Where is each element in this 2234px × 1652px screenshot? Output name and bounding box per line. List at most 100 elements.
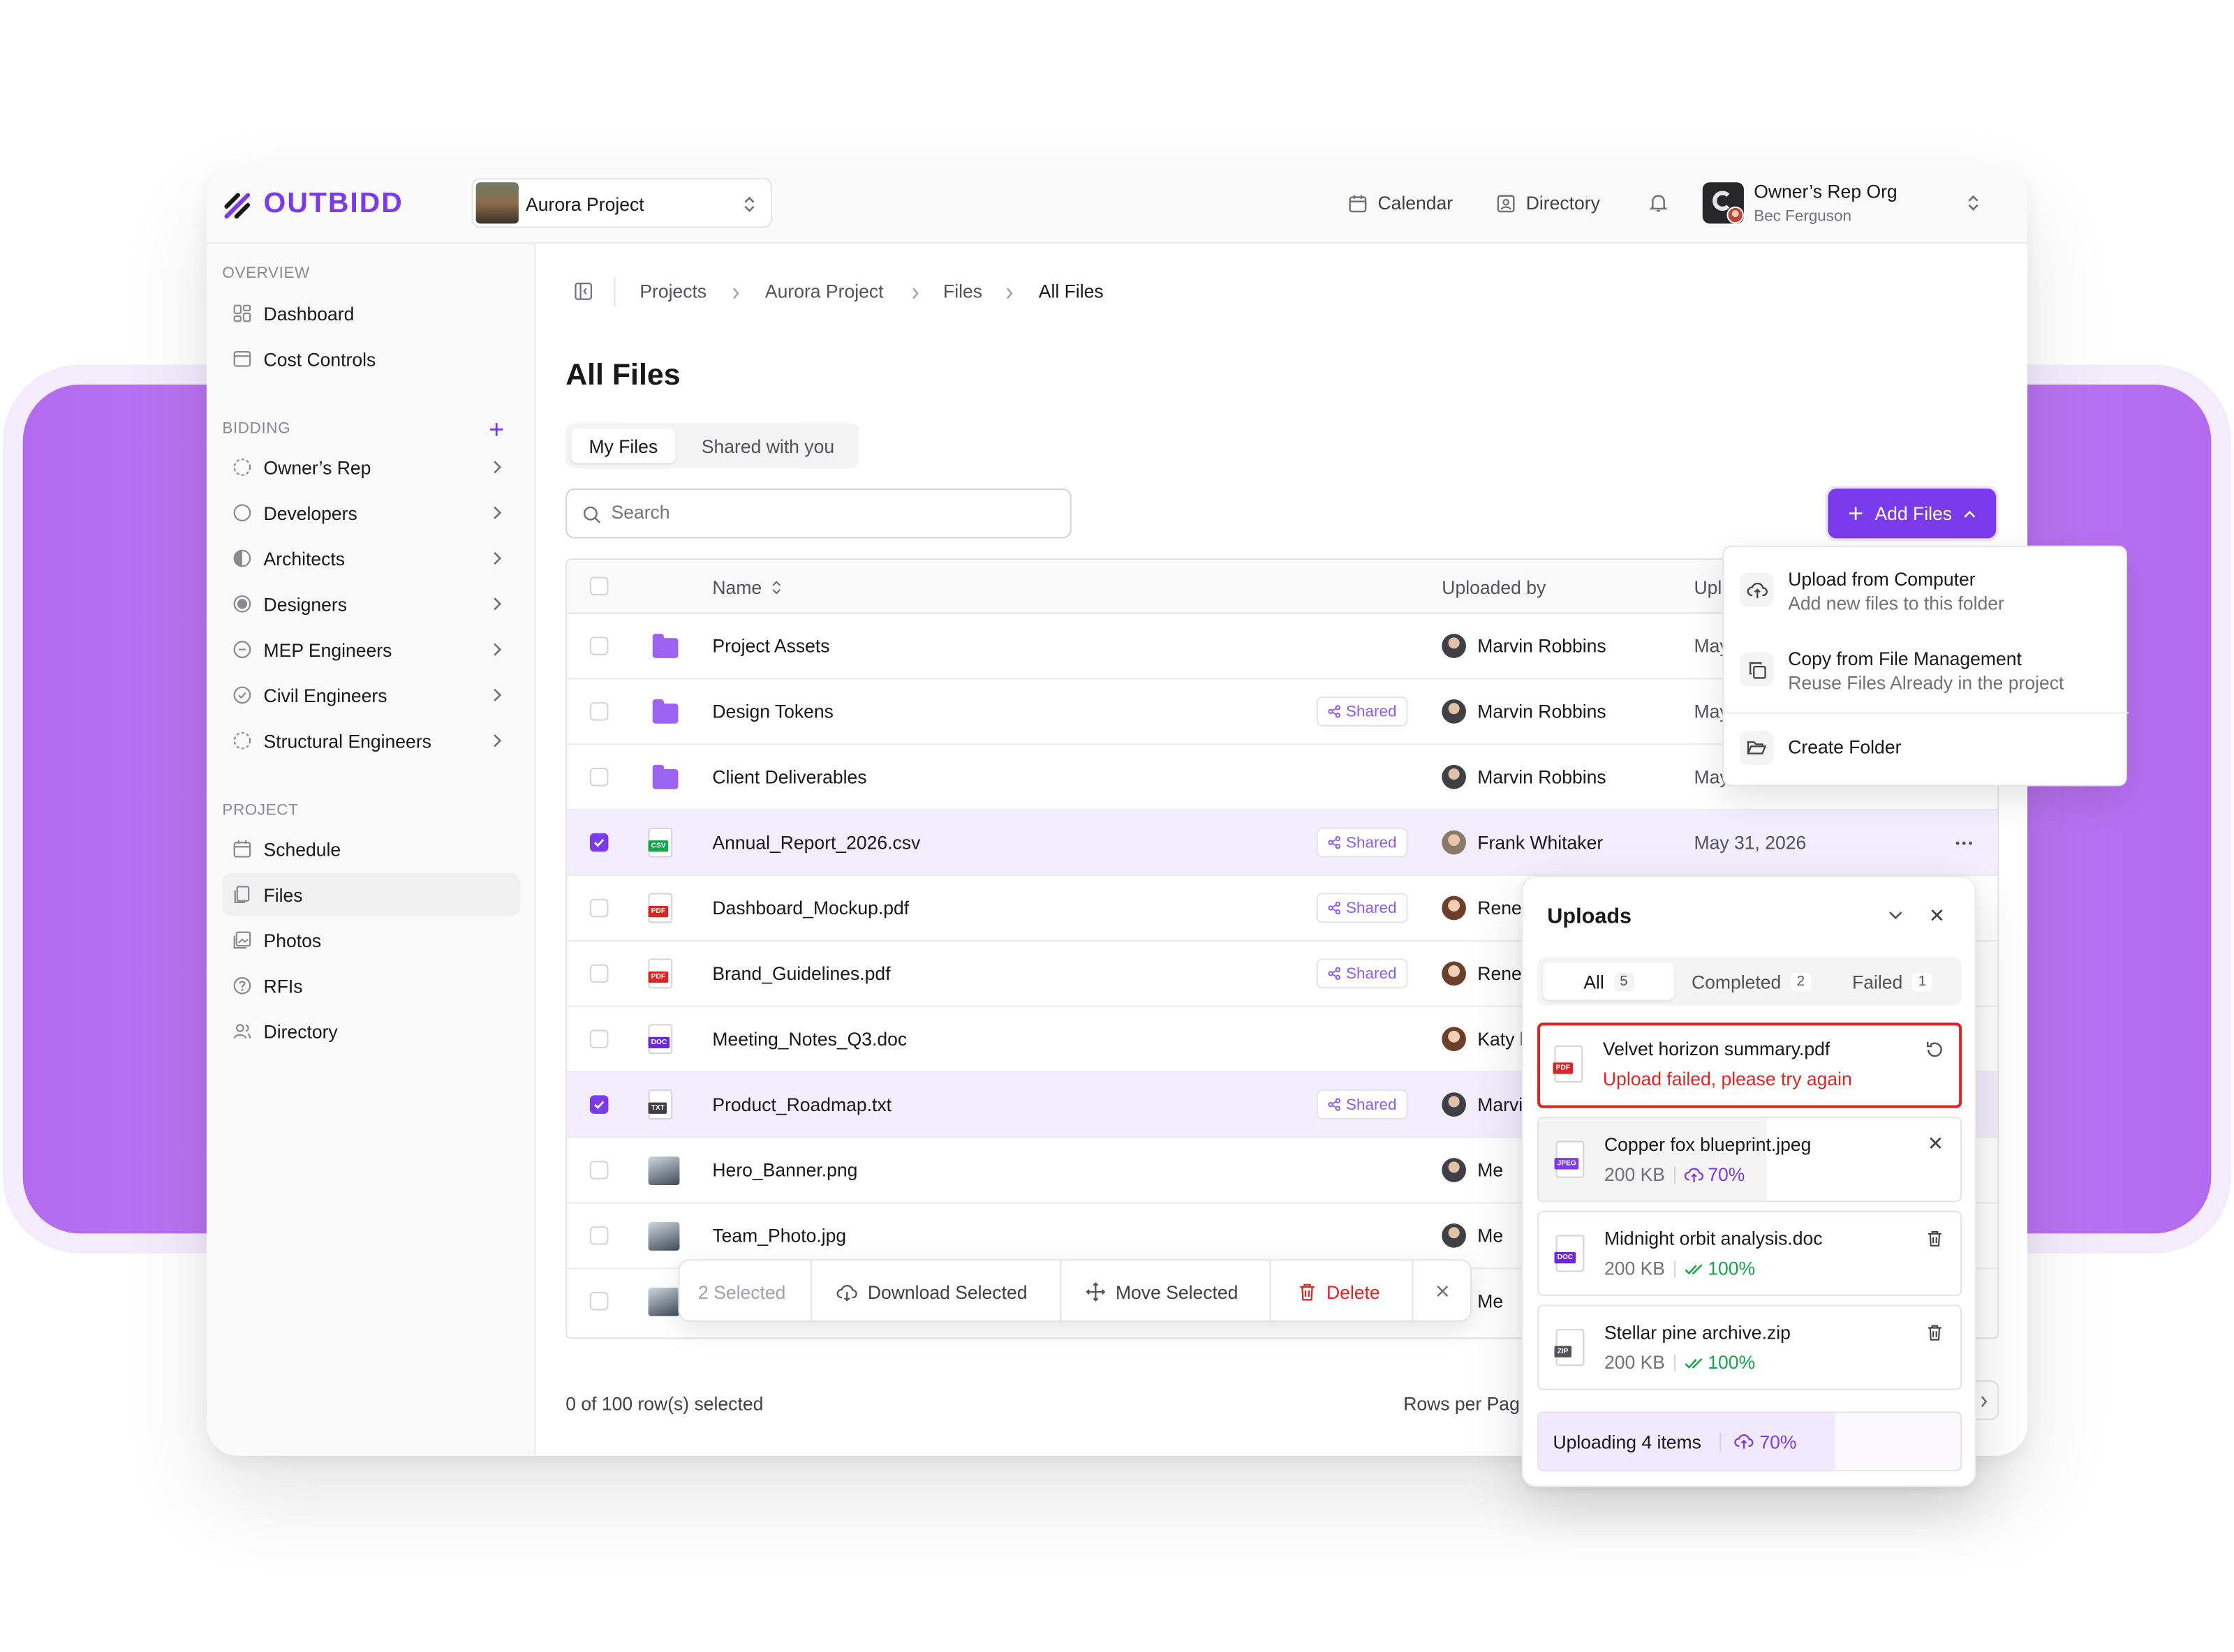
csv-file-icon: CSV: [648, 827, 673, 858]
retry-icon[interactable]: [1925, 1040, 1945, 1060]
org-avatar: [1702, 182, 1744, 224]
search-input[interactable]: [611, 501, 1053, 523]
menu-item-upload-from-computer[interactable]: Upload from Computer Add new files to th…: [1724, 547, 2129, 627]
menu-item-copy-from-file-management[interactable]: Copy from File Management Reuse Files Al…: [1724, 627, 2129, 709]
row-checkbox[interactable]: [589, 1292, 609, 1311]
uploader: Marvi: [1442, 1092, 1523, 1117]
sidebar-item-files[interactable]: Files: [222, 873, 520, 916]
trash-icon[interactable]: [1926, 1229, 1943, 1248]
calendar-link[interactable]: Calendar: [1348, 193, 1453, 214]
sidebar-item-rfis[interactable]: RFIs: [222, 965, 520, 1007]
selected-count: 2 Selected: [697, 1281, 786, 1303]
divider: [1060, 1260, 1062, 1323]
page-title: All Files: [565, 359, 681, 392]
sidebar-item-schedule[interactable]: Schedule: [222, 828, 520, 870]
file-name[interactable]: Product_Roadmap.txt: [712, 1094, 892, 1115]
sidebar-item-label: RFIs: [263, 974, 303, 997]
row-checkbox[interactable]: [589, 898, 609, 918]
uploaded-by-column-header[interactable]: Uploaded by: [1442, 577, 1546, 599]
filter-tab-completed[interactable]: Completed 2: [1685, 963, 1817, 1000]
move-selected-button[interactable]: Move Selected: [1086, 1260, 1238, 1323]
pdf-file-icon: PDF: [648, 958, 673, 989]
breadcrumb-aurora-project[interactable]: Aurora Project: [765, 281, 884, 302]
file-name[interactable]: Meeting_Notes_Q3.doc: [712, 1028, 907, 1050]
sidebar-item-architects[interactable]: Architects: [222, 537, 520, 579]
avatar: [1442, 764, 1466, 789]
brand-logo[interactable]: OUTBIDD: [223, 188, 403, 221]
file-name[interactable]: Team_Photo.jpg: [712, 1225, 846, 1247]
shared-label: Shared: [1346, 833, 1397, 851]
shared-badge: Shared: [1316, 696, 1408, 727]
divider: [614, 277, 616, 306]
avatar: [1442, 699, 1466, 724]
file-name[interactable]: Hero_Banner.png: [712, 1159, 857, 1181]
file-name[interactable]: Design Tokens: [712, 701, 834, 722]
avatar: [1442, 1092, 1466, 1117]
row-checkbox[interactable]: [589, 767, 609, 787]
row-checkbox[interactable]: [589, 964, 609, 983]
filter-tab-all[interactable]: All 5: [1543, 962, 1674, 1000]
project-selector[interactable]: Aurora Project: [471, 178, 773, 228]
account-switcher[interactable]: Owner’s Rep Org Bec Ferguson: [1702, 181, 2005, 226]
sidebar-item-directory[interactable]: Directory: [222, 1010, 520, 1052]
bell-icon[interactable]: [1648, 193, 1669, 214]
breadcrumb-all-files: All Files: [1038, 281, 1104, 302]
row-checkbox[interactable]: [589, 1161, 609, 1180]
sidebar-item-structural-engineers[interactable]: Structural Engineers: [222, 720, 520, 762]
file-name[interactable]: Brand_Guidelines.pdf: [712, 963, 890, 985]
download-selected-button[interactable]: Download Selected: [836, 1260, 1027, 1323]
sidebar-item-owners-rep[interactable]: Owner’s Rep: [222, 446, 520, 489]
dashed-circle-icon: [233, 459, 251, 476]
name-column-header[interactable]: Name: [712, 576, 781, 599]
search-field[interactable]: [565, 488, 1072, 539]
chevron-right-icon: [494, 597, 502, 611]
directory-link[interactable]: Directory: [1496, 193, 1600, 214]
select-all-checkbox[interactable]: [589, 576, 609, 596]
plus-icon: [1849, 507, 1863, 520]
row-checkbox[interactable]: [589, 833, 609, 852]
row-checkbox[interactable]: [589, 637, 609, 655]
sidebar-item-civil-engineers[interactable]: Civil Engineers: [222, 674, 520, 716]
file-name[interactable]: Dashboard_Mockup.pdf: [712, 898, 909, 919]
filter-count: 2: [1791, 972, 1811, 991]
file-name[interactable]: Client Deliverables: [712, 766, 866, 788]
avatar: [1442, 1027, 1466, 1052]
question-circle-icon: [233, 976, 251, 995]
sidebar-item-dashboard[interactable]: Dashboard: [222, 292, 520, 334]
more-icon[interactable]: [1955, 840, 1974, 846]
file-name[interactable]: Project Assets: [712, 635, 829, 657]
breadcrumb-projects[interactable]: Projects: [639, 281, 707, 302]
filter-tab-failed[interactable]: Failed 1: [1828, 963, 1956, 1000]
cancel-upload-icon[interactable]: [1928, 1136, 1943, 1151]
row-checkbox[interactable]: [589, 1095, 609, 1114]
delete-button[interactable]: Delete: [1298, 1260, 1380, 1323]
copy-icon: [1739, 652, 1774, 687]
uploader-name: Marvin Robbins: [1477, 701, 1606, 722]
chevron-right-icon: [494, 643, 502, 656]
row-checkbox[interactable]: [589, 702, 609, 721]
name-column-label: Name: [712, 576, 762, 599]
trash-icon[interactable]: [1926, 1323, 1943, 1342]
file-name[interactable]: Annual_Report_2026.csv: [712, 832, 920, 854]
add-bidding-icon[interactable]: [489, 422, 504, 437]
row-checkbox[interactable]: [589, 1029, 609, 1049]
menu-item-create-folder[interactable]: Create Folder: [1724, 713, 2129, 784]
table-row[interactable]: CSV Annual_Report_2026.csv Shared Frank …: [567, 810, 1998, 877]
tab-my-files[interactable]: My Files: [571, 429, 676, 463]
close-icon[interactable]: [1435, 1283, 1450, 1299]
tab-shared-with-you[interactable]: Shared with you: [688, 429, 848, 463]
uploaded-date-column-header[interactable]: Upl: [1694, 577, 1722, 599]
top-bar: OUTBIDD Aurora Project Calendar Director…: [206, 163, 2028, 244]
breadcrumb-files[interactable]: Files: [943, 281, 982, 302]
sidebar-item-developers[interactable]: Developers: [222, 491, 520, 534]
sidebar-item-cost-controls[interactable]: Cost Controls: [222, 338, 520, 380]
shared-label: Shared: [1346, 899, 1397, 917]
row-checkbox[interactable]: [589, 1226, 609, 1245]
sidebar-item-mep-engineers[interactable]: MEP Engineers: [222, 628, 520, 671]
close-icon[interactable]: [1929, 907, 1944, 923]
sidebar-item-designers[interactable]: Designers: [222, 583, 520, 625]
chevron-down-icon[interactable]: [1888, 910, 1903, 920]
sidebar-toggle-icon[interactable]: [574, 282, 593, 301]
add-files-button[interactable]: Add Files: [1828, 488, 1997, 539]
sidebar-item-photos[interactable]: Photos: [222, 918, 520, 961]
